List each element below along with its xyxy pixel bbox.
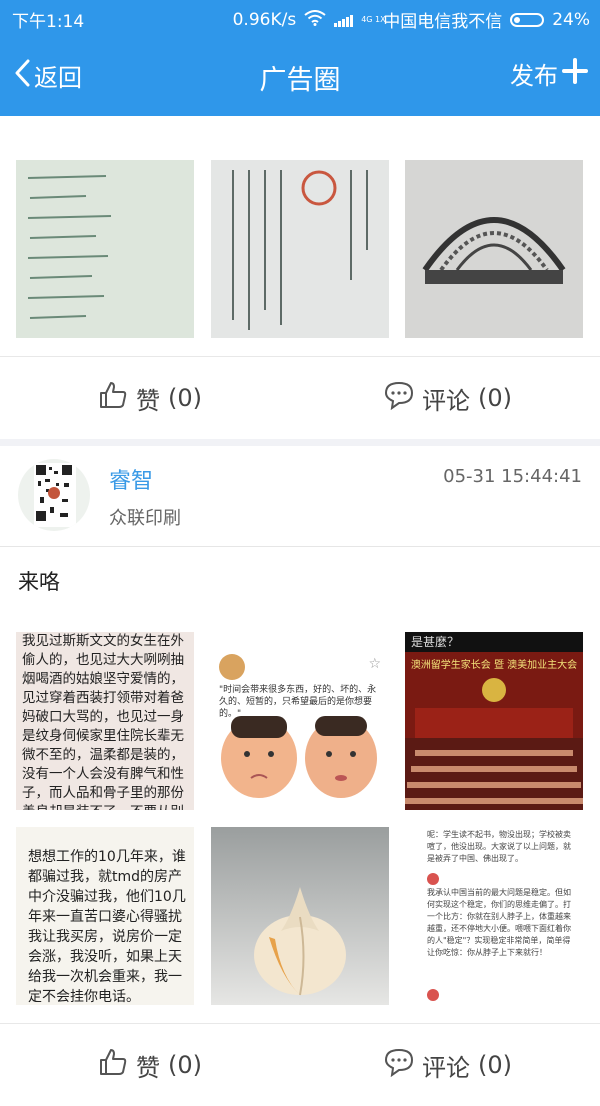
post-actions: 赞 (0) 评论 (0)	[0, 356, 600, 439]
handwritten-list-image	[16, 160, 194, 338]
like-count: (0)	[168, 384, 202, 412]
battery-icon	[510, 12, 545, 27]
like-label: 赞	[136, 1053, 160, 1082]
comment-label: 评论	[422, 386, 470, 415]
comment-icon	[384, 380, 414, 416]
signal-icon	[334, 13, 354, 27]
comment-label: 评论	[422, 1053, 470, 1082]
post-actions: 赞 (0) 评论 (0)	[0, 1023, 600, 1106]
network-type: 4G 1X	[361, 14, 386, 24]
avatar-dot	[427, 873, 439, 885]
post-photo[interactable]	[211, 160, 389, 338]
post-time: 05-31 15:44:41	[443, 466, 582, 487]
comment-icon	[384, 1047, 414, 1083]
post-photo[interactable]: ☆ "时间会带来很多东西，好的、坏的、永久的、短暂的，只希望最后的是你想要的。"	[211, 632, 389, 810]
status-bar: 下午1:14 0.96K/s 4G 1X 中国电信我不信 24%	[0, 0, 600, 34]
post-photo[interactable]: 是甚麼？ 澳洲留学生家长会 暨 澳美加业主大会	[405, 632, 583, 810]
photo-text: 想想工作的10几年来，谁都骗过我，就tmd的房产中介没骗过我，他们10几年来一直…	[28, 849, 186, 1005]
post-photo[interactable]	[405, 160, 583, 338]
divider	[0, 546, 600, 547]
comment-button[interactable]: 评论 (0)	[384, 357, 512, 439]
baby-faces-image	[221, 716, 377, 798]
comment-count: (0)	[478, 384, 512, 412]
like-button[interactable]: 赞 (0)	[98, 1024, 202, 1106]
photo-text: 我承认中国当前的最大问题是稳定。但如何实现这个稳定，你们的思维走偏了。打一个比方…	[427, 888, 571, 957]
comment-count: (0)	[478, 1051, 512, 1079]
garlic-image	[211, 827, 389, 1005]
conference-hall-image	[405, 678, 583, 810]
author-company: 众联印刷	[109, 508, 181, 529]
post-photo[interactable]	[16, 160, 194, 338]
post-photo[interactable]: 我见过斯斯文文的女生在外偷人的，也见过大大咧咧抽烟喝酒的姑娘坚守爱情的，见过穿着…	[16, 632, 194, 810]
avatar-dot	[427, 989, 439, 1001]
photo-text: 我见过斯斯文文的女生在外偷人的，也见过大大咧咧抽烟喝酒的姑娘坚守爱情的，见过穿着…	[22, 633, 184, 810]
stamped-document-image	[211, 160, 389, 338]
like-count: (0)	[168, 1051, 202, 1079]
like-button[interactable]: 赞 (0)	[98, 357, 202, 439]
publish-button[interactable]: 发布	[510, 56, 588, 91]
avatar[interactable]	[18, 459, 90, 531]
qr-code-avatar-image	[34, 463, 76, 527]
battery-level: 24%	[552, 9, 590, 30]
carrier-name: 中国电信我不信	[383, 12, 503, 32]
photo-text: 呢：学生读不起书，物没出现；学校被卖喧了，他没出现。大家说了以上问题，就是被弄了…	[427, 830, 571, 863]
post-card: 赞 (0) 评论 (0)	[0, 116, 600, 439]
post-text: 来咯	[18, 570, 60, 594]
post-photo[interactable]	[211, 827, 389, 1005]
author-name[interactable]: 睿智	[109, 463, 153, 495]
post-photo[interactable]: 呢：学生读不起书，物没出现；学校被卖喧了，他没出现。大家说了以上问题，就是被弄了…	[405, 827, 583, 1005]
comment-button[interactable]: 评论 (0)	[384, 1024, 512, 1106]
network-speed: 0.96K/s	[232, 9, 297, 30]
post-photo[interactable]: 想想工作的10几年来，谁都骗过我，就tmd的房产中介没骗过我，他们10几年来一直…	[16, 827, 194, 1005]
publish-label: 发布	[510, 62, 558, 90]
thumbs-up-icon	[98, 380, 128, 416]
ornament-pattern-image	[405, 160, 583, 338]
wifi-icon	[304, 9, 326, 30]
plus-icon	[562, 57, 588, 90]
like-label: 赞	[136, 386, 160, 415]
status-time: 下午1:14	[12, 12, 85, 32]
thumbs-up-icon	[98, 1047, 128, 1083]
post-card: 睿智 05-31 15:44:41 众联印刷 来咯 我见过斯斯文文的女生在外偷人…	[0, 446, 600, 1106]
nav-bar: 返回 广告圈 发布	[0, 34, 600, 116]
